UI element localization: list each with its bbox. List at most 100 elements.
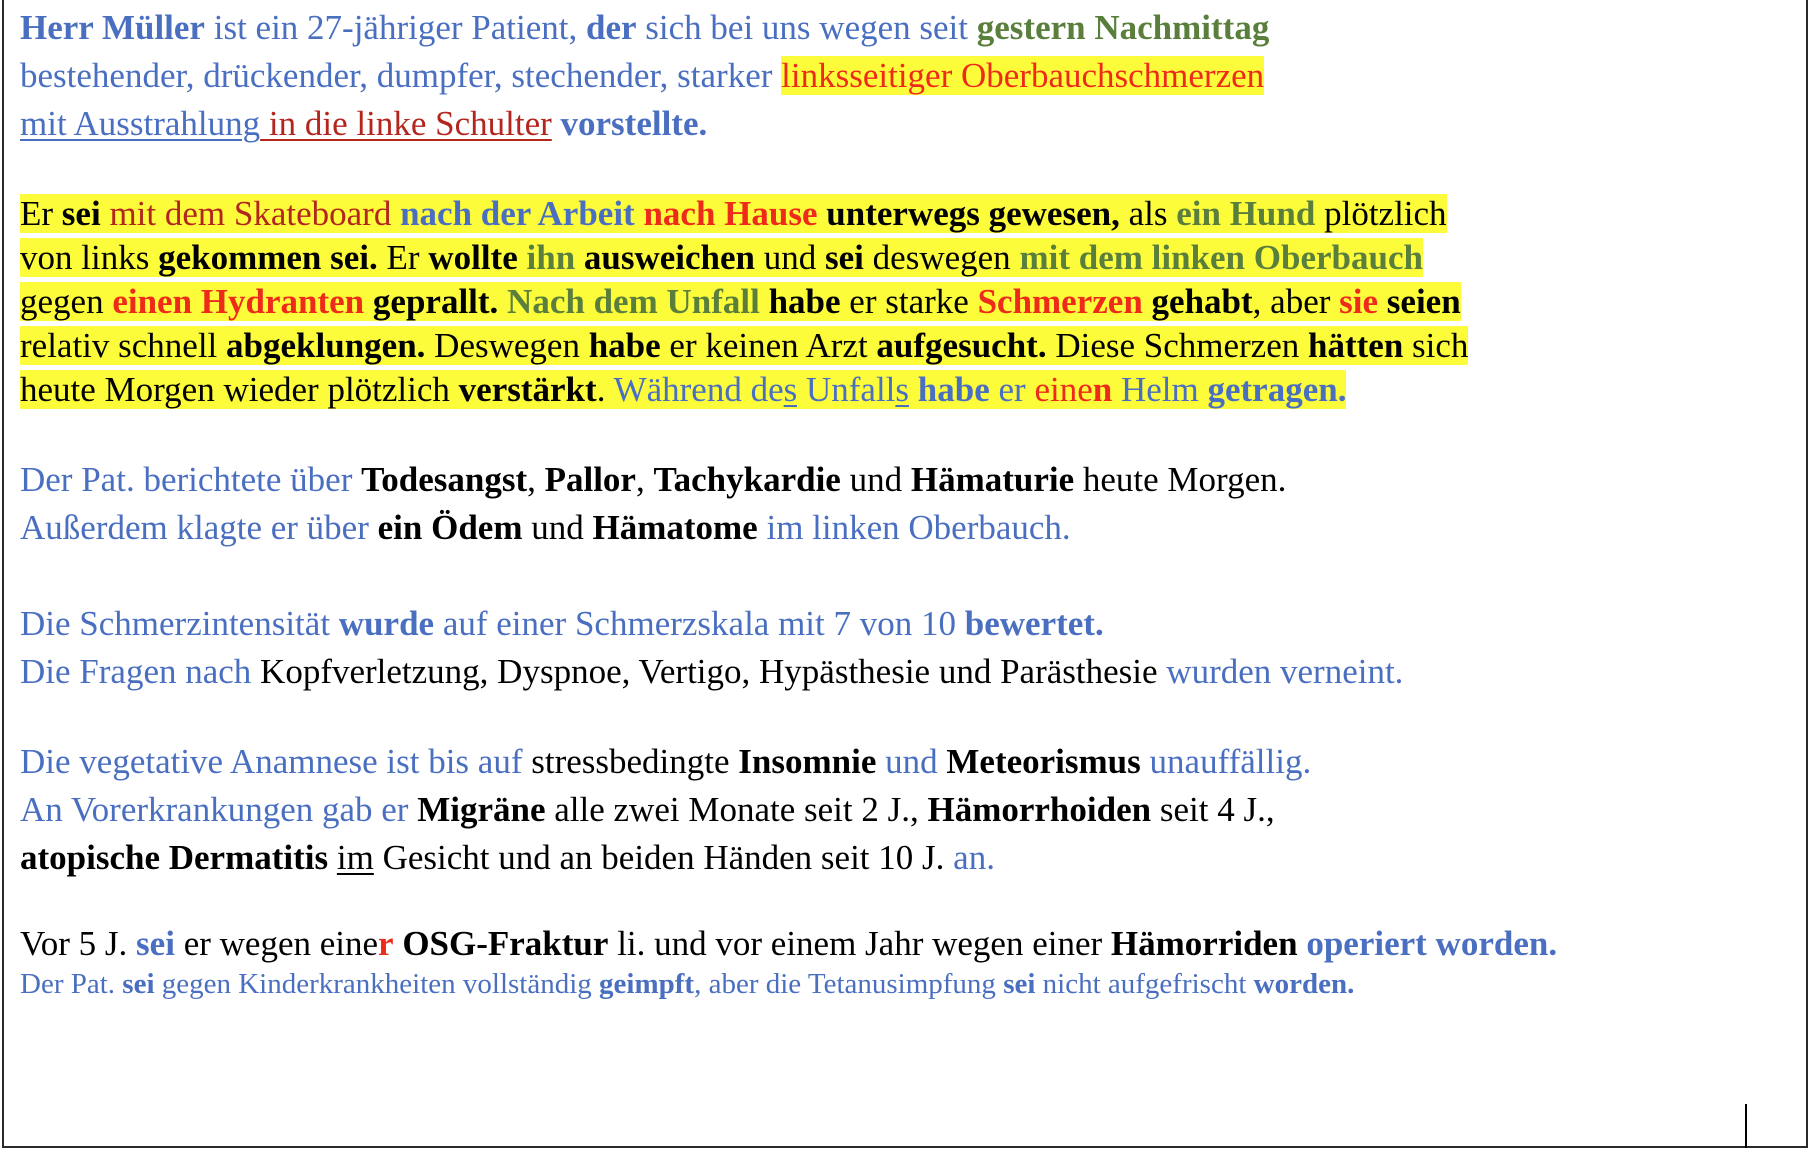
text-run: Nach dem Unfall (507, 282, 760, 321)
text-run: Deswegen (425, 326, 589, 365)
text-run: an. (953, 838, 995, 877)
text-run: Der Pat. berichtete über (20, 460, 362, 499)
text-run: Meteorismus (946, 742, 1141, 781)
text-line: mit Ausstrahlung in die linke Schulter v… (20, 100, 707, 148)
text-run: unauffällig. (1140, 742, 1312, 781)
text-run: wurde (338, 604, 435, 643)
text-run: sei (825, 238, 864, 277)
text-run: sich (1403, 326, 1469, 365)
text-line: gegen einen Hydranten geprallt. Nach dem… (20, 278, 1461, 326)
text-run: Insomnie (738, 742, 877, 781)
text-run: sei (61, 194, 101, 233)
text-run: er keinen Arzt (660, 326, 877, 365)
text-run: Todesangst (361, 460, 528, 499)
text-run: Tachykardie (653, 460, 841, 499)
text-run: deswegen (863, 238, 1020, 277)
text-run: sei (136, 924, 175, 963)
text-run: Pallor (544, 460, 636, 499)
text-run: geimpft (599, 968, 695, 1000)
text-run: gehabt (1151, 282, 1253, 321)
text-line: Der Pat. berichtete über Todesangst, Pal… (20, 456, 1286, 504)
text-run (575, 238, 584, 277)
text-run: von links (20, 238, 159, 277)
text-run: An Vorerkrankungen gab er (20, 790, 418, 829)
text-run (1142, 282, 1152, 321)
text-run: . (596, 370, 614, 409)
text-run: Diese Schmerzen (1046, 326, 1309, 365)
text-run: mit Ausstrahlung (20, 104, 261, 143)
text-run (552, 104, 561, 143)
text-run: gestern Nachmittag (976, 8, 1270, 47)
text-run: aufgesucht. (876, 326, 1047, 365)
text-run: , (635, 460, 654, 499)
text-run: Die Fragen nach (20, 652, 261, 691)
text-line: bestehender, drückender, dumpfer, steche… (20, 52, 1265, 100)
text-run: nach der Arbeit (400, 194, 635, 233)
text-line: Er sei mit dem Skateboard nach der Arbei… (20, 190, 1447, 238)
text-run: Während de (613, 370, 784, 409)
text-line: von links gekommen sei. Er wollte ihn au… (20, 234, 1423, 282)
text-run: seit 4 J., (1151, 790, 1275, 829)
text-run: s (895, 370, 910, 409)
text-line: atopische Dermatitis im Gesicht und an b… (20, 834, 995, 882)
text-line: Außerdem klagte er über ein Ödem und Häm… (20, 504, 1071, 552)
text-line: Herr Müller ist ein 27-jähriger Patient,… (20, 4, 1269, 52)
text-run: verstärkt (458, 370, 597, 409)
text-run: habe (917, 370, 990, 409)
text-run: sich bei uns wegen seit (636, 8, 977, 47)
text-run: nach Hause (643, 194, 818, 233)
text-run: atopische Dermatitis (20, 838, 329, 877)
text-run: seien (1386, 282, 1461, 321)
text-run: sei (122, 968, 155, 1000)
text-run: als (1119, 194, 1177, 233)
text-run (759, 282, 769, 321)
text-run: in die linke Schulter (260, 104, 552, 143)
text-run: Er (377, 238, 429, 277)
text-run: und (840, 460, 911, 499)
text-run: Kopfverletzung, Dyspnoe, Vertigo, Hypäst… (260, 652, 1167, 691)
text-run: relativ schnell (20, 326, 227, 365)
text-run: abgeklungen. (226, 326, 426, 365)
text-run: Die vegetative Anamnese ist bis auf (20, 742, 532, 781)
text-run (328, 838, 337, 877)
text-run: mit dem Skateboard (100, 194, 401, 233)
text-run: Hämaturie (910, 460, 1075, 499)
text-run: n (1092, 370, 1113, 409)
text-run: Außerdem klagte er über (20, 508, 378, 547)
text-run: ausweichen (583, 238, 756, 277)
text-run: Der Pat. (20, 968, 123, 1000)
text-run: operiert worden. (1306, 924, 1558, 963)
text-run: geprallt. (372, 282, 499, 321)
text-run (1378, 282, 1387, 321)
text-line: Die Schmerzintensität wurde auf einer Sc… (20, 600, 1104, 648)
text-run: und (876, 742, 947, 781)
text-line: heute Morgen wieder plötzlich verstärkt.… (20, 366, 1347, 414)
text-run: Hämorrhoiden (927, 790, 1152, 829)
text-cursor (1745, 1104, 1747, 1148)
text-run: er starke (840, 282, 978, 321)
text-run: hätten (1308, 326, 1404, 365)
text-run: habe (588, 326, 661, 365)
text-run: heute Morgen. (1074, 460, 1287, 499)
text-run: ist ein 27-jähriger Patient, (204, 8, 586, 47)
text-run: auf einer Schmerzskala mit 7 von 10 (434, 604, 965, 643)
text-run: er wegen eine (174, 924, 379, 963)
text-run: nicht aufgefrischt (1035, 968, 1254, 1000)
text-run: sie (1339, 282, 1379, 321)
text-run: und (755, 238, 826, 277)
text-run (517, 238, 527, 277)
text-run: stressbedingte (531, 742, 739, 781)
text-run: ihn (526, 238, 576, 277)
text-run: im (336, 838, 374, 877)
text-run: li. und vor einem Jahr wegen einer (608, 924, 1111, 963)
text-run: Die Schmerzintensität (20, 604, 339, 643)
text-run (817, 194, 827, 233)
text-run: ein Hund (1176, 194, 1316, 233)
text-run: Er (20, 194, 62, 233)
text-run: getragen. (1207, 370, 1347, 409)
text-run: Unfall (797, 370, 896, 409)
text-line: Der Pat. sei gegen Kinderkrankheiten vol… (20, 964, 1354, 1004)
text-run: bewertet. (964, 604, 1104, 643)
text-line: relativ schnell abgeklungen. Deswegen ha… (20, 322, 1469, 370)
text-run: Hämorriden (1110, 924, 1298, 963)
